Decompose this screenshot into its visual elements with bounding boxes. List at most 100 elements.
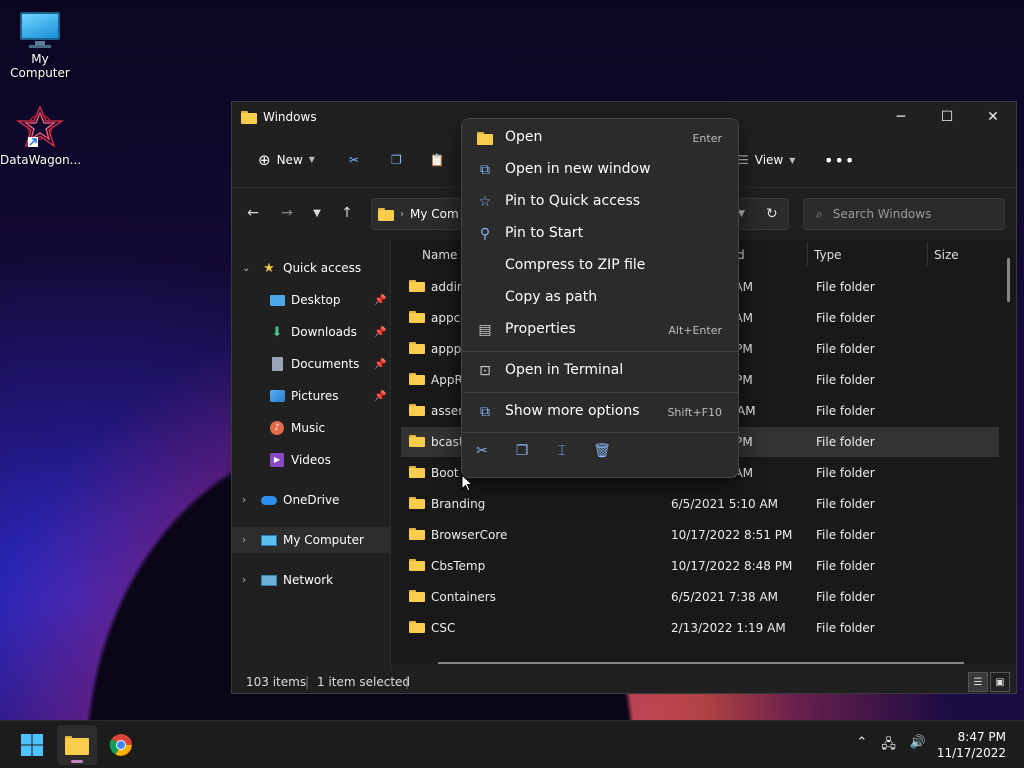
item-count: 103 items [246, 675, 307, 689]
up-button[interactable]: ↑ [331, 197, 363, 229]
search-input[interactable]: Search Windows [833, 207, 932, 221]
new-button[interactable]: ⊕ New ▼ [252, 144, 321, 176]
sidebar-item-onedrive[interactable]: › OneDrive [232, 487, 392, 513]
window-title: Windows [263, 110, 317, 124]
column-separator[interactable] [807, 242, 808, 266]
refresh-icon[interactable]: ↻ [766, 206, 778, 222]
paste-button[interactable]: 📋 [424, 144, 451, 176]
folder-icon [409, 342, 425, 354]
sidebar-item-desktop[interactable]: Desktop 📌 [232, 287, 392, 313]
sidebar-item-pictures[interactable]: Pictures 📌 [232, 383, 392, 409]
pin-icon[interactable]: 📌 [374, 295, 386, 306]
view-toggle: ☰ ▣ [968, 672, 1010, 692]
network-tray-icon[interactable]: 🖧 [881, 735, 896, 757]
sidebar-item-downloads[interactable]: ⬇ Downloads 📌 [232, 319, 392, 345]
paste-icon: 📋 [429, 152, 445, 167]
pin-icon[interactable]: 📌 [374, 327, 386, 338]
navigation-pane: ⌄ ★ Quick access Desktop 📌 ⬇ Downloads 📌… [232, 240, 392, 672]
table-row[interactable]: BrowserCore 10/17/2022 8:51 PM File folder [401, 520, 999, 550]
close-button[interactable]: ✕ [970, 102, 1016, 132]
menu-item-properties[interactable]: ▤ Properties Alt+Enter [466, 315, 736, 345]
menu-item-pin-start[interactable]: ⚲ Pin to Start [466, 219, 736, 249]
pin-icon[interactable]: 📌 [374, 359, 386, 370]
delete-action-button[interactable]: 🗑 [592, 441, 612, 461]
search-box[interactable]: ⌕ Search Windows [803, 198, 1005, 230]
taskbar-file-explorer[interactable] [57, 725, 97, 765]
active-indicator [71, 760, 83, 763]
address-dropdown-icon[interactable]: ▼ [738, 209, 745, 219]
chevron-right-icon[interactable]: › [242, 495, 246, 506]
table-row[interactable]: Branding 6/5/2021 5:10 AM File folder [401, 489, 999, 519]
column-separator[interactable] [927, 242, 928, 266]
details-view-button[interactable]: ☰ [968, 672, 988, 692]
sidebar-item-quick-access[interactable]: ⌄ ★ Quick access [232, 255, 392, 281]
file-type: File folder [816, 311, 875, 325]
vertical-scrollbar-thumb[interactable] [1007, 258, 1010, 302]
sidebar-item-music[interactable]: ♪ Music [232, 415, 392, 441]
more-options-button[interactable]: ••• [818, 144, 861, 176]
recent-locations-button[interactable]: ▼ [303, 197, 331, 229]
sidebar-item-label: Videos [291, 453, 331, 467]
column-header-size[interactable]: Size [934, 248, 959, 262]
sidebar-item-videos[interactable]: ▶ Videos [232, 447, 392, 473]
folder-open-icon [476, 129, 494, 147]
clock[interactable]: 8:47 PM 11/17/2022 [937, 729, 1006, 761]
menu-item-pin-quick-access[interactable]: ☆ Pin to Quick access [466, 187, 736, 217]
chevron-down-icon[interactable]: ⌄ [242, 263, 250, 274]
menu-item-copy-as-path[interactable]: Copy as path [466, 283, 736, 313]
tiles-view-button[interactable]: ▣ [990, 672, 1010, 692]
chevron-right-icon[interactable]: › [242, 575, 246, 586]
volume-icon[interactable]: 🔊 [910, 735, 926, 757]
back-button[interactable]: ← [237, 197, 269, 229]
context-quick-actions: ✂ ❐ ⌶ 🗑 [472, 441, 612, 461]
folder-icon [409, 621, 425, 633]
copy-button[interactable]: ❐ [385, 144, 408, 176]
cut-button[interactable]: ✂ [343, 144, 365, 176]
table-row[interactable]: CbsTemp 10/17/2022 8:48 PM File folder [401, 551, 999, 581]
cut-action-button[interactable]: ✂ [472, 441, 492, 461]
desktop-icon-datawagon[interactable]: DataWagon... [0, 105, 82, 167]
maximize-button[interactable]: ☐ [924, 102, 970, 132]
scissors-icon: ✂ [476, 443, 488, 459]
cloud-icon [260, 491, 278, 509]
menu-separator [463, 351, 739, 352]
breadcrumb-item[interactable]: My Com [410, 207, 459, 221]
desktop-icon-label: DataWagon... [0, 153, 82, 167]
menu-item-compress-zip[interactable]: Compress to ZIP file [466, 251, 736, 281]
copy-action-button[interactable]: ❐ [512, 441, 532, 461]
column-header-type[interactable]: Type [814, 248, 842, 262]
minimize-button[interactable]: ─ [878, 102, 924, 132]
column-header-name[interactable]: Name [422, 248, 457, 262]
chevron-up-icon[interactable]: ⌃ [856, 735, 867, 757]
pin-icon[interactable]: 📌 [374, 391, 386, 402]
menu-separator [463, 392, 739, 393]
chevron-right-icon[interactable]: › [242, 535, 246, 546]
desktop-icon-my-computer[interactable]: My Computer [0, 10, 80, 80]
sidebar-item-documents[interactable]: Documents 📌 [232, 351, 392, 377]
horizontal-scrollbar-thumb[interactable] [438, 662, 964, 664]
table-row[interactable]: CSC 2/13/2022 1:19 AM File folder [401, 613, 999, 643]
rename-action-button[interactable]: ⌶ [552, 441, 572, 461]
menu-item-label: Pin to Start [505, 225, 584, 241]
view-button[interactable]: ☰ View ▼ [732, 144, 801, 176]
menu-item-show-more-options[interactable]: ⧉ Show more options Shift+F10 [466, 397, 736, 427]
menu-item-open-terminal[interactable]: ⊡ Open in Terminal [466, 356, 736, 386]
file-date: AM [737, 404, 756, 418]
download-icon: ⬇ [271, 324, 283, 340]
menu-item-open-new-window[interactable]: ⧉ Open in new window [466, 155, 736, 185]
menu-item-label: Open in new window [505, 161, 651, 177]
file-name: BrowserCore [431, 528, 508, 542]
sidebar-item-label: My Computer [283, 533, 364, 547]
arrow-left-icon: ← [247, 205, 259, 221]
folder-icon [409, 497, 425, 509]
start-button[interactable] [12, 725, 52, 765]
clock-time: 8:47 PM [957, 730, 1006, 744]
sidebar-item-label: Downloads [291, 325, 357, 339]
forward-button[interactable]: → [271, 197, 303, 229]
taskbar-chrome[interactable] [101, 725, 141, 765]
table-row[interactable]: Containers 6/5/2021 7:38 AM File folder [401, 582, 999, 612]
menu-item-open[interactable]: Open Enter [466, 123, 736, 153]
sidebar-item-network[interactable]: › Network [232, 567, 392, 593]
sidebar-item-my-computer[interactable]: › My Computer [232, 527, 392, 553]
status-bar: 103 items | 1 item selected | ☰ ▣ [232, 672, 1016, 694]
